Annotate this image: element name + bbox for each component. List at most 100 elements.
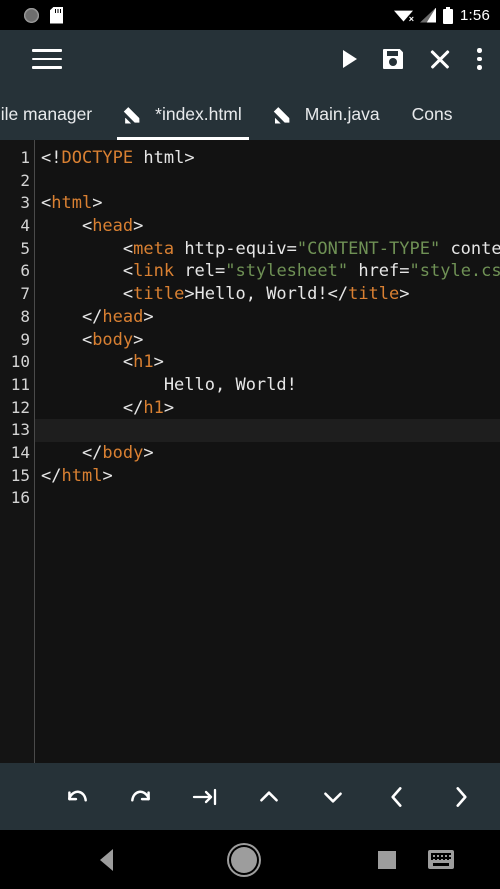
tab-index-html[interactable]: *index.html	[108, 88, 258, 140]
move-up-button[interactable]	[256, 784, 282, 810]
code-line[interactable]: <link rel="stylesheet" href="style.css">	[35, 260, 500, 283]
status-bar: × 1:56	[0, 0, 500, 30]
line-number: 14	[10, 442, 30, 462]
line-number: 2	[20, 170, 30, 190]
battery-icon	[443, 6, 453, 24]
code-token-txt: >	[143, 306, 154, 327]
code-token-txt: >	[399, 284, 410, 305]
tab-indent-icon	[191, 784, 219, 810]
undo-icon	[64, 784, 90, 810]
close-x-icon	[429, 48, 451, 70]
code-token-txt: >	[102, 465, 113, 486]
line-number: 1	[20, 148, 30, 167]
nav-home-button[interactable]	[231, 846, 257, 873]
code-token-txt: <!	[41, 148, 62, 168]
code-line[interactable]: <html>	[35, 192, 500, 215]
code-line[interactable]: <title>Hello, World!</title>	[35, 283, 500, 306]
line-number: 15	[10, 465, 30, 485]
code-line[interactable]: Hello, World!	[35, 374, 500, 397]
run-button[interactable]	[343, 50, 357, 68]
nav-keyboard-button[interactable]	[428, 850, 454, 869]
overflow-button[interactable]	[477, 48, 482, 70]
move-left-button[interactable]	[384, 784, 410, 810]
line-number: 4	[20, 216, 30, 236]
code-line[interactable]: <h1>	[35, 351, 500, 374]
line-number: 7	[20, 284, 30, 304]
code-token-txt: </	[41, 465, 62, 486]
code-token-txt: Hello, World!	[41, 374, 297, 395]
code-token-str: "stylesheet"	[225, 261, 349, 282]
tab-main-java[interactable]: Main.java	[258, 88, 396, 140]
undo-button[interactable]	[64, 784, 90, 810]
chevron-down-icon	[320, 784, 346, 810]
code-token-str: "CONTENT-TYPE"	[296, 238, 441, 259]
line-number: 8	[20, 306, 30, 326]
cellular-signal-icon	[420, 7, 436, 23]
code-line[interactable]	[35, 419, 500, 442]
pencil-icon	[274, 104, 295, 125]
tab-cons[interactable]: Cons	[396, 88, 469, 140]
move-right-button[interactable]	[448, 784, 474, 810]
code-line[interactable]: </body>	[35, 442, 500, 465]
chevron-right-icon	[448, 784, 474, 810]
code-token-tag: h1	[143, 397, 164, 418]
code-line[interactable]: <head>	[35, 215, 500, 238]
code-token-txt: html>	[133, 148, 195, 168]
code-token-tag: html	[61, 465, 103, 486]
tab-label: Cons	[411, 103, 453, 124]
code-token-tag: body	[92, 329, 134, 350]
code-token-txt: href=	[348, 261, 410, 282]
code-line[interactable]: <!DOCTYPE html>	[35, 147, 500, 170]
close-button[interactable]	[429, 48, 451, 70]
code-line[interactable]: </html>	[35, 465, 500, 488]
status-bar-clock: 1:56	[460, 6, 490, 24]
code-token-txt: </	[41, 306, 103, 327]
code-token-tag: DOCTYPE	[61, 148, 134, 168]
line-number: 12	[10, 397, 30, 417]
code-line[interactable]: <body>	[35, 329, 500, 352]
code-token-txt: rel=	[174, 261, 226, 282]
code-line[interactable]: </head>	[35, 306, 500, 329]
code-line[interactable]	[35, 487, 500, 510]
menu-icon[interactable]	[30, 42, 64, 76]
tab-label: *index.html	[155, 103, 242, 124]
app-toolbar	[0, 30, 500, 88]
code-token-tag: title	[133, 284, 185, 305]
line-number: 9	[20, 329, 30, 349]
code-editor[interactable]: 1 2 3 4 5 6 7 8 9 10 11 12 13 14 15 16 <!DOCTYPE html> …	[0, 140, 500, 763]
code-token-txt: >	[163, 397, 175, 418]
code-line[interactable]: <meta http-equiv="CONTENT-TYPE" content=…	[35, 238, 500, 261]
code-token-txt: >Hello, World!</	[184, 284, 349, 305]
nav-back-button[interactable]	[100, 848, 113, 871]
editor-bottom-toolbar	[0, 763, 500, 830]
code-line[interactable]: </h1>	[35, 397, 500, 420]
save-button[interactable]	[383, 49, 403, 69]
code-token-txt: <	[41, 193, 52, 214]
code-token-txt: <	[41, 352, 134, 373]
android-navigation-bar	[0, 830, 500, 889]
line-number: 6	[20, 261, 30, 281]
line-number-gutter: 1 2 3 4 5 6 7 8 9 10 11 12 13 14 15 16	[0, 140, 35, 763]
code-token-str: "style.css"	[409, 261, 500, 282]
redo-icon	[128, 784, 154, 810]
code-token-txt: >	[133, 216, 144, 237]
nav-recents-button[interactable]	[378, 850, 396, 869]
status-bar-right-icons: × 1:56	[394, 6, 490, 24]
line-number: 5	[20, 238, 30, 258]
tab-file-manager[interactable]: File manager	[0, 88, 108, 140]
disc-icon	[24, 7, 39, 23]
move-down-button[interactable]	[320, 784, 346, 810]
code-text-area[interactable]: <!DOCTYPE html> <html> <head> <meta http…	[35, 140, 500, 763]
redo-button[interactable]	[128, 784, 154, 810]
indent-button[interactable]	[192, 784, 218, 810]
line-number: 10	[10, 352, 30, 372]
tab-bar[interactable]: File manager *index.html Main.java Cons	[0, 88, 500, 140]
code-token-txt: <	[41, 284, 134, 305]
code-line[interactable]	[35, 170, 500, 193]
code-token-tag: html	[51, 193, 93, 214]
line-number: 11	[10, 374, 30, 394]
code-token-txt: >	[153, 352, 164, 373]
wifi-x-badge: ×	[408, 13, 414, 24]
code-token-txt: >	[133, 329, 144, 350]
tab-label: File manager	[0, 103, 93, 124]
